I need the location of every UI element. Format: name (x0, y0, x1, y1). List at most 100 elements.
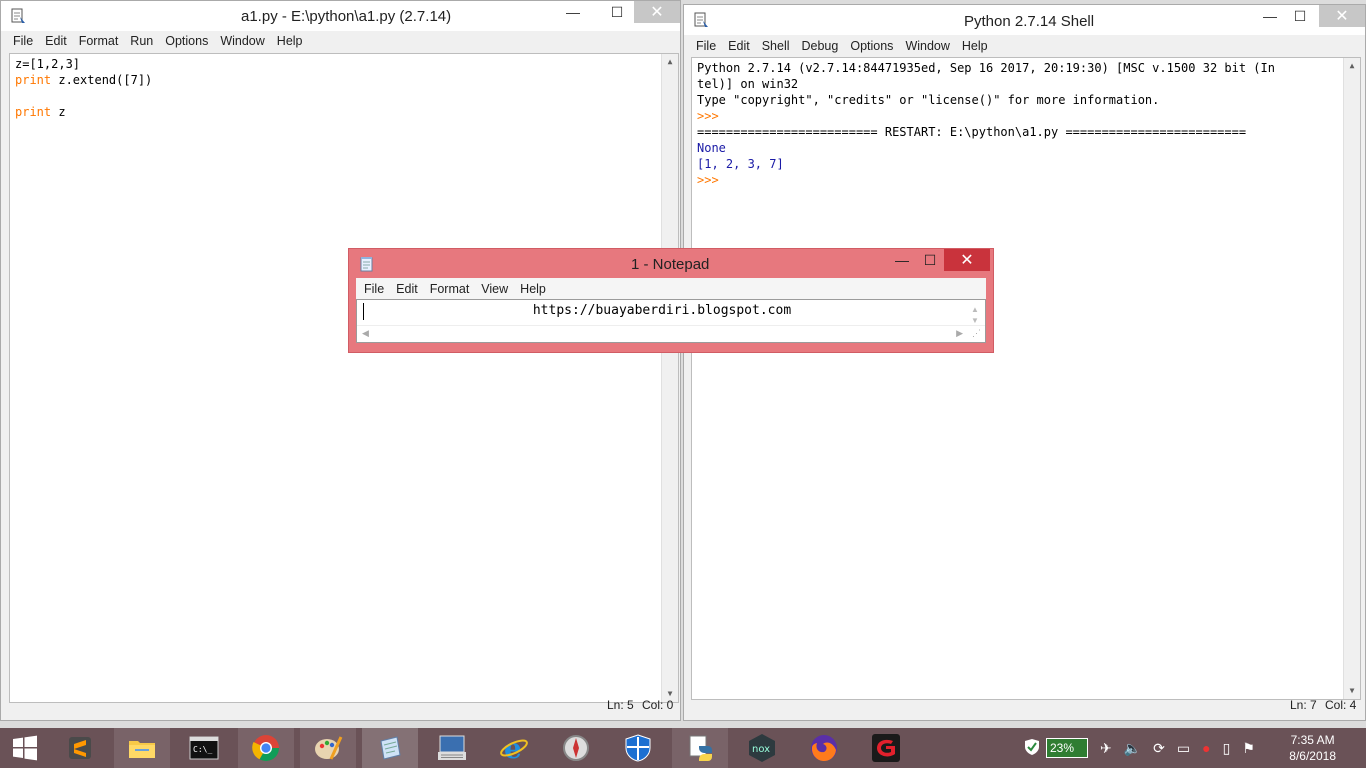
close-button[interactable]: ✕ (634, 1, 680, 23)
sync-icon[interactable]: ⟳ (1153, 740, 1165, 757)
menu-help[interactable]: Help (271, 32, 309, 52)
shell-line: tel)] on win32 (697, 77, 799, 91)
menu-shell[interactable]: Shell (756, 37, 796, 57)
scroll-right-icon[interactable]: ▶ (956, 328, 963, 339)
notepad-titlebar[interactable]: 1 - Notepad — ☐ ✕ (349, 249, 993, 279)
window-title: 1 - Notepad (631, 256, 710, 273)
menu-help[interactable]: Help (956, 37, 994, 57)
shell-titlebar[interactable]: Python 2.7.14 Shell — ☐ ✕ (684, 5, 1365, 35)
notepad-content: https://buayaberdiri.blogspot.com (532, 303, 792, 318)
scroll-up-icon[interactable]: ▲ (662, 54, 678, 70)
battery-level: 23% (1050, 741, 1075, 755)
file-explorer-icon[interactable] (114, 728, 170, 768)
code-line: print z (15, 104, 673, 120)
close-button[interactable]: ✕ (1319, 5, 1365, 27)
windows-defender-icon[interactable] (610, 728, 666, 768)
internet-explorer-icon[interactable]: e (486, 728, 542, 768)
status-col: Col: 4 (1325, 698, 1357, 712)
battery-icon[interactable]: 23% (1046, 738, 1088, 758)
menu-format[interactable]: Format (424, 278, 476, 299)
minimize-button[interactable]: — (885, 249, 919, 271)
menu-format[interactable]: Format (73, 32, 125, 52)
notepad-window: 1 - Notepad — ☐ ✕ File Edit Format View … (348, 248, 994, 353)
phone-icon[interactable]: ▯ (1223, 740, 1231, 757)
flag-icon[interactable]: ⚑ (1242, 740, 1255, 757)
shell-prompt: >>> (697, 173, 726, 187)
menu-debug[interactable]: Debug (796, 37, 845, 57)
garena-icon[interactable] (858, 728, 914, 768)
svg-text:C:\_: C:\_ (193, 745, 212, 754)
shell-line: Type "copyright", "credits" or "license(… (697, 93, 1160, 107)
scroll-up-icon[interactable]: ▲ (1344, 58, 1360, 74)
paint-icon[interactable] (300, 728, 356, 768)
clock-time: 7:35 AM (1290, 733, 1335, 747)
idle-editor-window: a1.py - E:\python\a1.py (2.7.14) — ☐ ✕ F… (0, 0, 681, 721)
menu-edit[interactable]: Edit (39, 32, 73, 52)
code-text: z (51, 105, 66, 119)
minimize-button[interactable]: — (556, 1, 590, 23)
notepad-app-icon (359, 256, 377, 274)
menu-options[interactable]: Options (844, 37, 899, 57)
scroll-left-icon[interactable]: ◀ (362, 328, 369, 339)
menu-help[interactable]: Help (514, 278, 552, 299)
shell-output-line: [1, 2, 3, 7] (697, 157, 784, 171)
record-icon[interactable]: ● (1202, 740, 1210, 756)
notepad-text-area[interactable]: https://buayaberdiri.blogspot.com ▲ ▼ ◀ … (356, 299, 986, 343)
vertical-scrollbar[interactable]: ▲ ▼ (661, 54, 678, 702)
keyword: print (15, 73, 52, 87)
compass-icon[interactable] (548, 728, 604, 768)
python-idle-icon[interactable] (672, 728, 728, 768)
network-icon[interactable]: ✈ (1100, 740, 1112, 757)
keyword: print (15, 105, 52, 119)
notepad-icon[interactable] (362, 728, 418, 768)
display-icon[interactable]: ▭ (1177, 740, 1190, 757)
menu-bar: File Edit Shell Debug Options Window Hel… (684, 37, 1365, 57)
chrome-icon[interactable] (238, 728, 294, 768)
menu-window[interactable]: Window (899, 37, 955, 57)
command-prompt-icon[interactable]: C:\_ (176, 728, 232, 768)
menu-view[interactable]: View (475, 278, 514, 299)
menu-edit[interactable]: Edit (390, 278, 424, 299)
menu-run[interactable]: Run (124, 32, 159, 52)
firefox-icon[interactable] (796, 728, 852, 768)
close-button[interactable]: ✕ (944, 249, 990, 271)
maximize-button[interactable]: ☐ (1283, 5, 1317, 27)
horizontal-scrollbar[interactable]: ◀ ▶ ⋰ (357, 325, 985, 342)
menu-file[interactable]: File (690, 37, 722, 57)
on-screen-keyboard-icon[interactable] (424, 728, 480, 768)
window-title: Python 2.7.14 Shell (964, 13, 1095, 30)
vertical-scrollbar[interactable]: ▲ ▼ (1343, 58, 1360, 699)
menu-file[interactable]: File (358, 278, 390, 299)
status-ln: Ln: 5 (607, 698, 634, 712)
sublime-text-icon[interactable] (52, 728, 108, 768)
code-text: z.extend([7]) (51, 73, 153, 87)
resize-grip-icon[interactable]: ⋰ (972, 328, 981, 339)
volume-icon[interactable]: 🔈 (1124, 740, 1141, 757)
idle-app-icon (9, 7, 27, 25)
idle-editor-titlebar[interactable]: a1.py - E:\python\a1.py (2.7.14) — ☐ ✕ (1, 1, 680, 31)
shell-output[interactable]: Python 2.7.14 (v2.7.14:84471935ed, Sep 1… (691, 57, 1361, 700)
status-col: Col: 0 (642, 698, 674, 712)
shield-check-icon[interactable] (1024, 738, 1040, 759)
status-ln: Ln: 7 (1290, 698, 1317, 712)
shell-line: Python 2.7.14 (v2.7.14:84471935ed, Sep 1… (697, 61, 1275, 75)
nox-player-icon[interactable]: nox (734, 728, 790, 768)
start-button[interactable] (0, 728, 50, 768)
svg-text:nox: nox (752, 744, 770, 755)
scroll-down-icon[interactable]: ▼ (1344, 683, 1360, 699)
menu-window[interactable]: Window (214, 32, 270, 52)
minimize-button[interactable]: — (1253, 5, 1287, 27)
menu-file[interactable]: File (7, 32, 39, 52)
code-line: z=[1,2,3] (15, 56, 673, 72)
code-text: z=[1,2,3] (15, 57, 81, 71)
svg-text:e: e (504, 733, 522, 763)
code-editor[interactable]: z=[1,2,3] print z.extend([7]) print z ▲ … (9, 53, 679, 703)
clock-date: 8/6/2018 (1289, 749, 1336, 763)
clock[interactable]: 7:35 AM 8/6/2018 (1289, 732, 1336, 764)
menu-edit[interactable]: Edit (722, 37, 756, 57)
menu-options[interactable]: Options (159, 32, 214, 52)
maximize-button[interactable]: ☐ (915, 249, 945, 271)
menu-bar: File Edit Format Run Options Window Help (1, 32, 680, 52)
maximize-button[interactable]: ☐ (600, 1, 634, 23)
